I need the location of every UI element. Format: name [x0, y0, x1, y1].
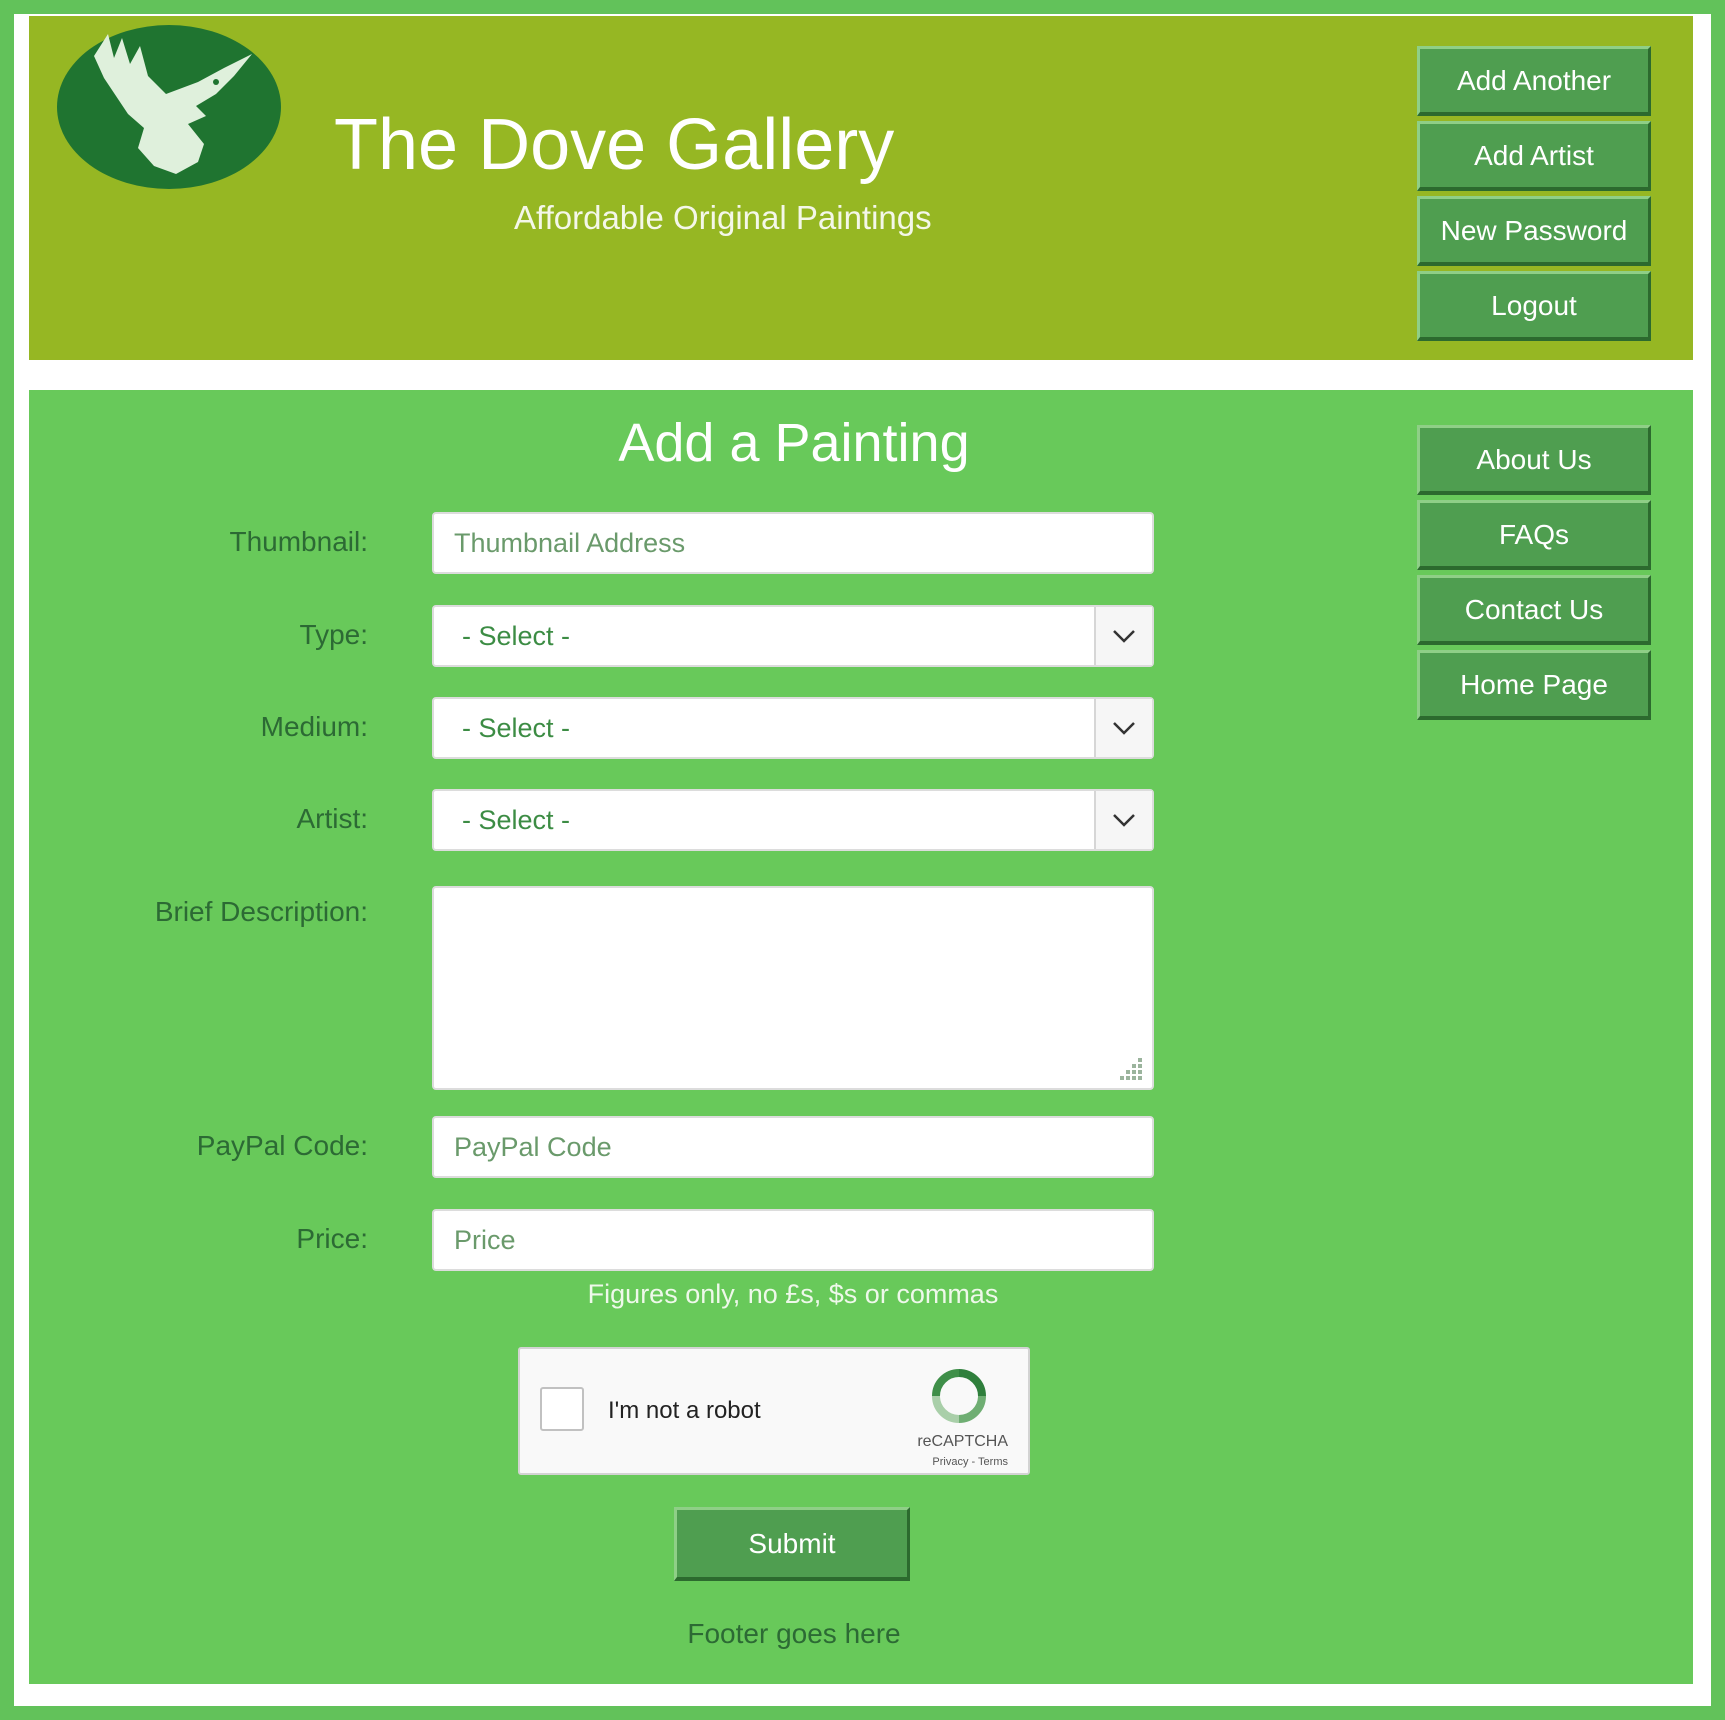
dove-logo [57, 25, 281, 189]
price-input[interactable]: Price [432, 1209, 1154, 1271]
medium-label: Medium: [260, 711, 368, 742]
description-label: Brief Description: [154, 896, 368, 927]
site-header: The Dove Gallery Affordable Original Pai… [29, 16, 1693, 360]
site-title: The Dove Gallery [334, 105, 895, 185]
paypal-input[interactable]: PayPal Code [432, 1116, 1154, 1178]
chevron-down-icon[interactable] [1094, 607, 1152, 665]
description-textarea[interactable] [432, 886, 1154, 1090]
chevron-down-icon[interactable] [1094, 791, 1152, 849]
logout-button[interactable]: Logout [1417, 271, 1651, 341]
recaptcha-label: I'm not a robot [608, 1397, 761, 1424]
site-subtitle: Affordable Original Paintings [514, 199, 932, 236]
about-us-button[interactable]: About Us [1417, 425, 1651, 495]
type-select[interactable]: - Select - [432, 605, 1154, 667]
recaptcha-widget: I'm not a robot reCAPTCHA Privacy - Term… [518, 1347, 1030, 1475]
type-label: Type: [299, 619, 368, 650]
recaptcha-brand: reCAPTCHA [917, 1433, 1008, 1450]
recaptcha-links[interactable]: Privacy - Terms [932, 1456, 1008, 1468]
page-frame: The Dove Gallery Affordable Original Pai… [14, 14, 1711, 1706]
price-placeholder: Price [454, 1224, 516, 1255]
medium-select[interactable]: - Select - [432, 697, 1154, 759]
artist-select[interactable]: - Select - [432, 789, 1154, 851]
medium-selected-value: - Select - [462, 712, 571, 743]
submit-button[interactable]: Submit [674, 1507, 910, 1581]
add-another-button[interactable]: Add Another [1417, 46, 1651, 116]
home-page-button[interactable]: Home Page [1417, 650, 1651, 720]
recaptcha-logo-icon [932, 1369, 986, 1423]
main-content: Add a Painting About Us FAQs Contact Us … [29, 390, 1693, 1684]
thumbnail-label: Thumbnail: [229, 526, 368, 557]
artist-label: Artist: [296, 803, 368, 834]
faqs-button[interactable]: FAQs [1417, 500, 1651, 570]
price-label: Price: [296, 1223, 368, 1254]
page-title: Add a Painting [618, 413, 970, 473]
chevron-down-icon[interactable] [1094, 699, 1152, 757]
paypal-placeholder: PayPal Code [454, 1131, 612, 1162]
artist-selected-value: - Select - [462, 804, 571, 835]
recaptcha-checkbox[interactable] [540, 1387, 584, 1431]
contact-us-button[interactable]: Contact Us [1417, 575, 1651, 645]
price-hint: Figures only, no £s, $s or commas [587, 1279, 999, 1309]
thumbnail-input[interactable]: Thumbnail Address [432, 512, 1154, 574]
paypal-label: PayPal Code: [196, 1130, 368, 1161]
type-selected-value: - Select - [462, 620, 571, 651]
new-password-button[interactable]: New Password [1417, 196, 1651, 266]
add-artist-button[interactable]: Add Artist [1417, 121, 1651, 191]
resize-handle-icon[interactable] [1118, 1056, 1144, 1082]
thumbnail-placeholder: Thumbnail Address [454, 527, 686, 558]
footer-text: Footer goes here [687, 1618, 901, 1649]
